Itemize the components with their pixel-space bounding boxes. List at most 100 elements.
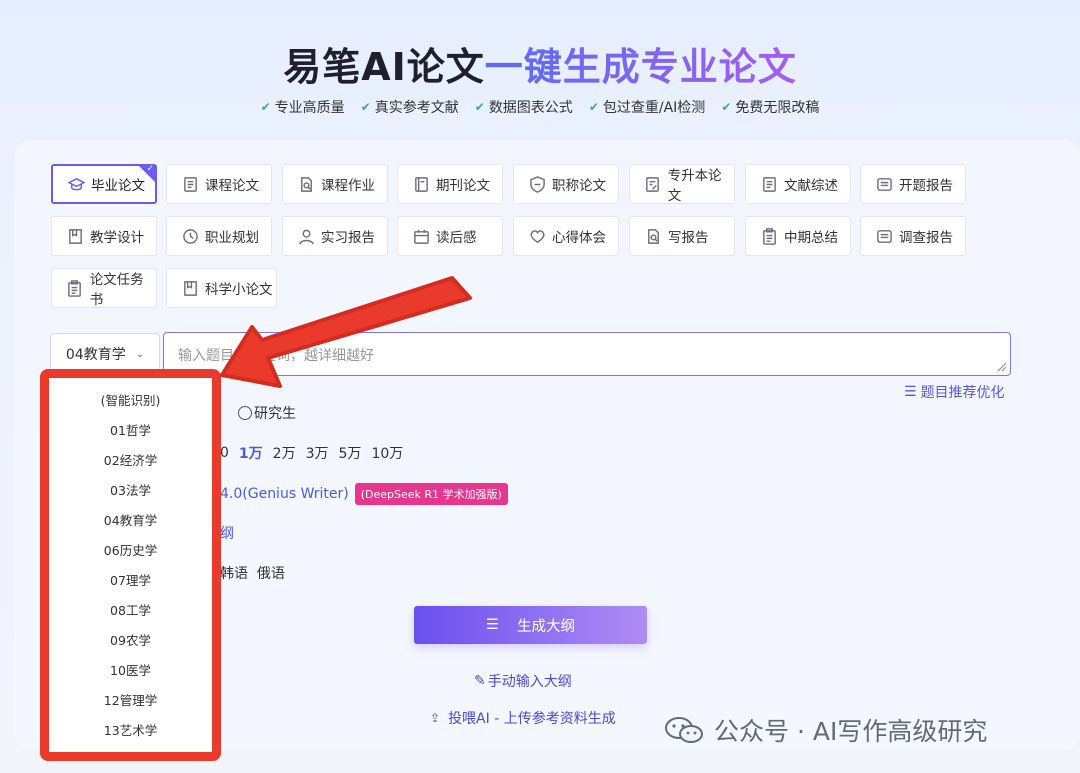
feature-item: ✔ 包过查重/AI检测 [588, 100, 706, 116]
subject-option[interactable]: 03法学 [49, 476, 212, 506]
paper-type-button[interactable]: 论文任务书 [51, 268, 157, 308]
check-icon: ✓ [146, 164, 154, 174]
document-edit-icon [644, 175, 662, 193]
paper-type-button[interactable]: 课程作业 [282, 164, 388, 204]
document-search-icon [644, 227, 662, 245]
word-count-option[interactable]: 5万 [339, 443, 362, 463]
topic-input[interactable]: 输入题目或关键词，越详细越好 [163, 332, 1011, 376]
paper-type-label: 中期总结 [784, 230, 838, 246]
feature-item: ✔ 专业高质量 [260, 100, 345, 116]
paper-type-button[interactable]: 心得体会 [513, 216, 619, 256]
clock-icon [181, 227, 199, 245]
paper-type-label: 论文任务书 [89, 272, 144, 308]
resize-handle-icon[interactable] [995, 360, 1007, 372]
generate-outline-button[interactable]: ☰ 生成大纲 [414, 606, 647, 644]
book-icon [181, 279, 199, 297]
model-row: 4.0(Genius Writer) (DeepSeek R1 学术加强版) [220, 483, 508, 505]
paper-type-button[interactable]: 中期总结 [745, 216, 851, 256]
feature-item: ✔ 数据图表公式 [474, 100, 573, 116]
subject-option[interactable]: 01哲学 [49, 416, 212, 446]
check-icon: ✔ [588, 100, 599, 114]
shield-icon [528, 175, 546, 193]
document-icon [181, 175, 199, 193]
paper-type-button[interactable]: 课程论文 [166, 164, 272, 204]
paper-type-button[interactable]: 写报告 [629, 216, 735, 256]
paper-type-button[interactable]: 开题报告 [860, 164, 966, 204]
hero: 易笔AI论文一键生成专业论文 ✔ 专业高质量 ✔ 真实参考文献 ✔ 数据图表公式 ✔ 包… [0, 0, 1080, 140]
paper-type-label: 课程作业 [321, 178, 375, 194]
degree-option[interactable]: 研究生 [238, 403, 296, 423]
word-count-option[interactable]: 3万 [306, 443, 329, 463]
heart-icon [528, 227, 546, 245]
model-badge: (DeepSeek R1 学术加强版) [354, 483, 508, 505]
paper-type-label: 教学设计 [90, 230, 144, 246]
feature-item: ✔ 免费无限改稿 [721, 100, 820, 116]
user-icon [297, 227, 315, 245]
upload-icon: ⇪ [430, 711, 441, 725]
paper-type-button[interactable]: 职业规划 [166, 216, 272, 256]
clipboard-icon [66, 279, 84, 297]
manual-outline-link[interactable]: ✎ 手动输入大纲 [474, 671, 572, 691]
paper-type-button[interactable]: 文献综述 [745, 164, 851, 204]
subject-option[interactable]: 10医学 [49, 656, 212, 686]
subject-option[interactable]: (智能识别) [49, 386, 212, 416]
check-icon: ✔ [474, 100, 485, 114]
paper-type-label: 职称论文 [552, 178, 606, 194]
paper-type-label: 期刊论文 [436, 178, 490, 194]
feature-item: ✔ 真实参考文献 [360, 100, 459, 116]
subject-option[interactable]: 02经济学 [49, 446, 212, 476]
wechat-icon [665, 717, 703, 743]
paper-type-label: 科学小论文 [205, 282, 273, 298]
model-option[interactable]: 4.0(Genius Writer) [220, 486, 349, 502]
paper-type-button[interactable]: 读后感 [397, 216, 503, 256]
document-search-icon [297, 175, 315, 193]
subject-dropdown: (智能识别) 01哲学 02经济学 03法学 04教育学 06历史学 07理学 08工学 09农… [40, 369, 221, 761]
page-title: 易笔AI论文一键生成专业论文 [283, 45, 797, 89]
journal-icon [412, 175, 430, 193]
subject-option[interactable]: 08工学 [49, 596, 212, 626]
paper-type-button[interactable]: 实习报告 [282, 216, 388, 256]
paper-type-button[interactable]: 毕业论文 ✓ [51, 164, 157, 204]
paper-type-label: 写报告 [668, 230, 709, 246]
upload-reference-link[interactable]: ⇪ 投喂AI - 上传参考资料生成 [430, 708, 616, 728]
subject-option[interactable]: 06历史学 [49, 536, 212, 566]
subject-option[interactable]: 04教育学 [49, 506, 212, 536]
subject-option-list: (智能识别) 01哲学 02经济学 03法学 04教育学 06历史学 07理学 08工学 09农… [49, 386, 212, 746]
paper-type-button[interactable]: 科学小论文 [166, 268, 277, 308]
paper-type-button[interactable]: 调查报告 [860, 216, 966, 256]
chevron-down-icon: ⌄ [135, 348, 145, 360]
paper-type-label: 调查报告 [899, 230, 953, 246]
feature-list: ✔ 专业高质量 ✔ 真实参考文献 ✔ 数据图表公式 ✔ 包过查重/AI检测 ✔ 免费无限改… [0, 97, 1080, 117]
word-count-options: 0 1万 2万 3万 5万 10万 [220, 443, 404, 463]
paper-type-label: 心得体会 [552, 230, 606, 246]
topic-recommend-link[interactable]: ☰ 题目推荐优化 [904, 382, 1005, 402]
book-icon [66, 227, 84, 245]
radio-icon[interactable] [238, 406, 252, 420]
subject-option[interactable]: 12管理学 [49, 686, 212, 716]
word-count-option[interactable]: 2万 [273, 443, 296, 463]
paper-type-button[interactable]: 专升本论文 [629, 164, 735, 204]
paper-type-button[interactable]: 教学设计 [51, 216, 157, 256]
document-icon [760, 175, 778, 193]
calendar-icon [412, 227, 430, 245]
check-icon: ✔ [721, 100, 732, 114]
word-count-option[interactable]: 1万 [239, 443, 263, 463]
check-icon: ✔ [260, 100, 271, 114]
language-row: 韩语 俄语 [220, 566, 285, 582]
paper-type-button[interactable]: 职称论文 [513, 164, 619, 204]
edit-icon: ✎ [474, 673, 486, 689]
list-icon: ☰ [904, 384, 917, 400]
paper-type-label: 毕业论文 [91, 178, 145, 194]
clipboard-icon [760, 227, 778, 245]
paper-type-label: 课程论文 [205, 178, 259, 194]
paper-type-label: 职业规划 [205, 230, 259, 246]
subject-option[interactable]: 13艺术学 [49, 716, 212, 746]
paper-type-button[interactable]: 期刊论文 [397, 164, 503, 204]
word-count-option[interactable]: 10万 [371, 443, 403, 463]
paper-type-label: 文献综述 [784, 178, 838, 194]
paper-type-label: 专升本论文 [667, 168, 722, 204]
report-icon [875, 175, 893, 193]
subject-option[interactable]: 07理学 [49, 566, 212, 596]
subject-option[interactable]: 09农学 [49, 626, 212, 656]
report-icon [875, 227, 893, 245]
